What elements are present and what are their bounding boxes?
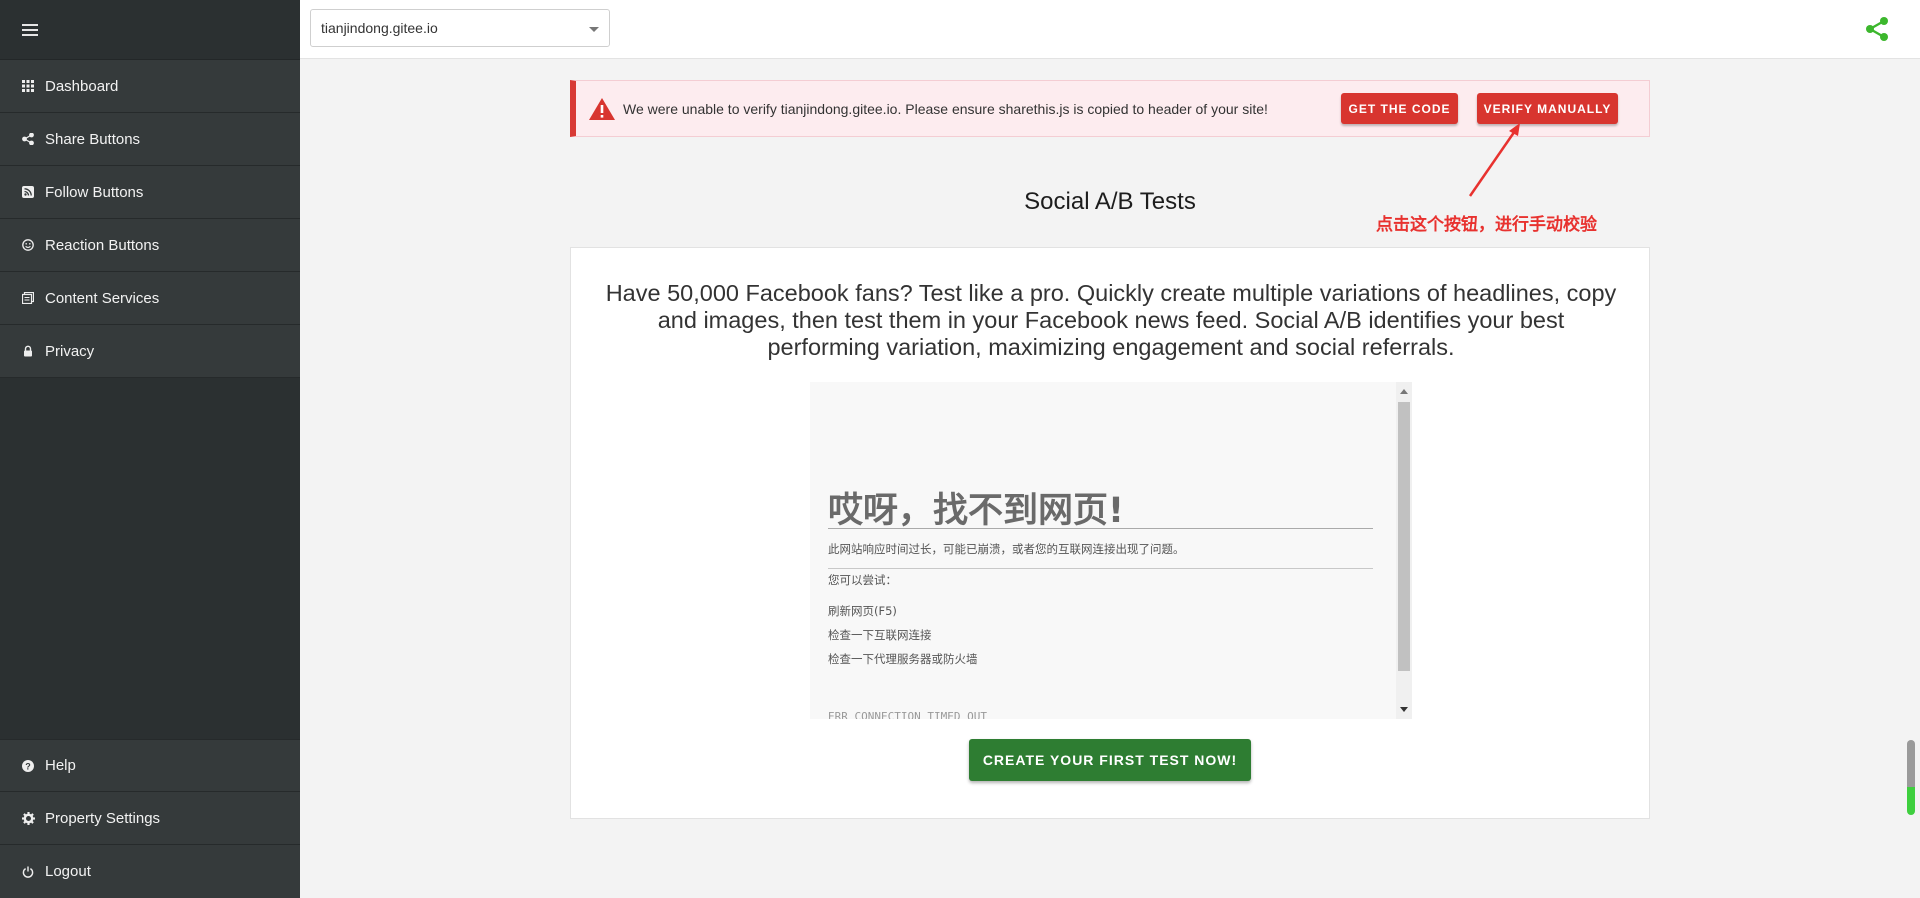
rss-icon (21, 185, 35, 199)
error-suggestion: 检查一下互联网连接 (828, 628, 932, 642)
sidebar-item-follow-buttons[interactable]: Follow Buttons (0, 166, 300, 219)
gear-icon (21, 811, 35, 825)
sidebar-bottom: ? Help Property Settings Logout (0, 739, 300, 898)
property-select-value: tianjindong.gitee.io (321, 20, 438, 36)
property-select[interactable]: tianjindong.gitee.io (310, 9, 610, 47)
scroll-progress (1907, 787, 1915, 815)
sidebar-item-privacy[interactable]: Privacy (0, 325, 300, 378)
scrollbar-thumb[interactable] (1398, 402, 1410, 671)
social-ab-card: Have 50,000 Facebook fans? Test like a p… (570, 247, 1650, 819)
sidebar-item-label: Privacy (45, 342, 95, 360)
embedded-preview-frame[interactable]: 哎呀，找不到网页! 此网站响应时间过长，可能已崩溃，或者您的互联网连接出现了问题… (810, 382, 1412, 719)
scroll-up-arrow-icon[interactable] (1400, 389, 1408, 394)
error-code: ERR_CONNECTION_TIMED_OUT (828, 710, 987, 719)
error-suggestion: 检查一下代理服务器或防火墙 (828, 652, 978, 666)
question-icon: ? (21, 759, 35, 773)
sidebar-item-label: Share Buttons (45, 130, 141, 148)
sidebar: Dashboard Share Buttons Follow Buttons R… (0, 0, 300, 898)
smiley-icon (21, 238, 35, 252)
warning-icon (588, 97, 616, 121)
page-scroll-indicator[interactable] (1907, 740, 1915, 815)
sidebar-item-property-settings[interactable]: Property Settings (0, 792, 300, 845)
create-first-test-button[interactable]: CREATE YOUR FIRST TEST NOW! (969, 739, 1251, 781)
frame-scrollbar[interactable] (1396, 382, 1412, 719)
sidebar-item-label: Reaction Buttons (45, 236, 160, 254)
sidebar-item-label: Content Services (45, 289, 160, 307)
page-title: Social A/B Tests (1024, 188, 1196, 215)
error-try-label: 您可以尝试： (828, 573, 897, 587)
share-icon (21, 132, 35, 146)
error-message: 此网站响应时间过长，可能已崩溃，或者您的互联网连接出现了问题。 (828, 542, 1185, 556)
sidebar-item-label: Dashboard (45, 77, 119, 95)
sidebar-item-label: Follow Buttons (45, 183, 144, 201)
grid-icon (21, 79, 35, 93)
feature-description: Have 50,000 Facebook fans? Test like a p… (605, 280, 1617, 360)
documents-icon (21, 291, 35, 305)
hamburger-menu-icon[interactable] (22, 23, 38, 36)
get-the-code-button[interactable]: GET THE CODE (1341, 93, 1458, 124)
sidebar-item-help[interactable]: ? Help (0, 739, 300, 792)
lock-icon (21, 344, 35, 358)
sidebar-item-label: Property Settings (45, 809, 161, 827)
sidebar-item-content-services[interactable]: Content Services (0, 272, 300, 325)
sidebar-item-reaction-buttons[interactable]: Reaction Buttons (0, 219, 300, 272)
sidebar-item-share-buttons[interactable]: Share Buttons (0, 113, 300, 166)
top-bar: tianjindong.gitee.io (300, 0, 1920, 59)
error-title: 哎呀，找不到网页! (828, 491, 1124, 531)
sidebar-item-label: Logout (45, 863, 91, 880)
divider (828, 528, 1373, 529)
sidebar-header (0, 0, 300, 60)
scroll-down-arrow-icon[interactable] (1400, 707, 1408, 712)
chevron-down-icon (589, 27, 599, 32)
alert-message: We were unable to verify tianjindong.git… (623, 101, 1268, 117)
sidebar-item-dashboard[interactable]: Dashboard (0, 60, 300, 113)
sidebar-item-logout[interactable]: Logout (0, 845, 300, 898)
scroll-track (1907, 740, 1915, 787)
svg-text:?: ? (25, 761, 31, 771)
error-suggestion: 刷新网页(F5) (828, 604, 897, 618)
power-icon (21, 865, 35, 879)
share-icon[interactable] (1864, 16, 1890, 42)
sidebar-item-label: Help (45, 757, 76, 774)
divider (828, 568, 1373, 569)
